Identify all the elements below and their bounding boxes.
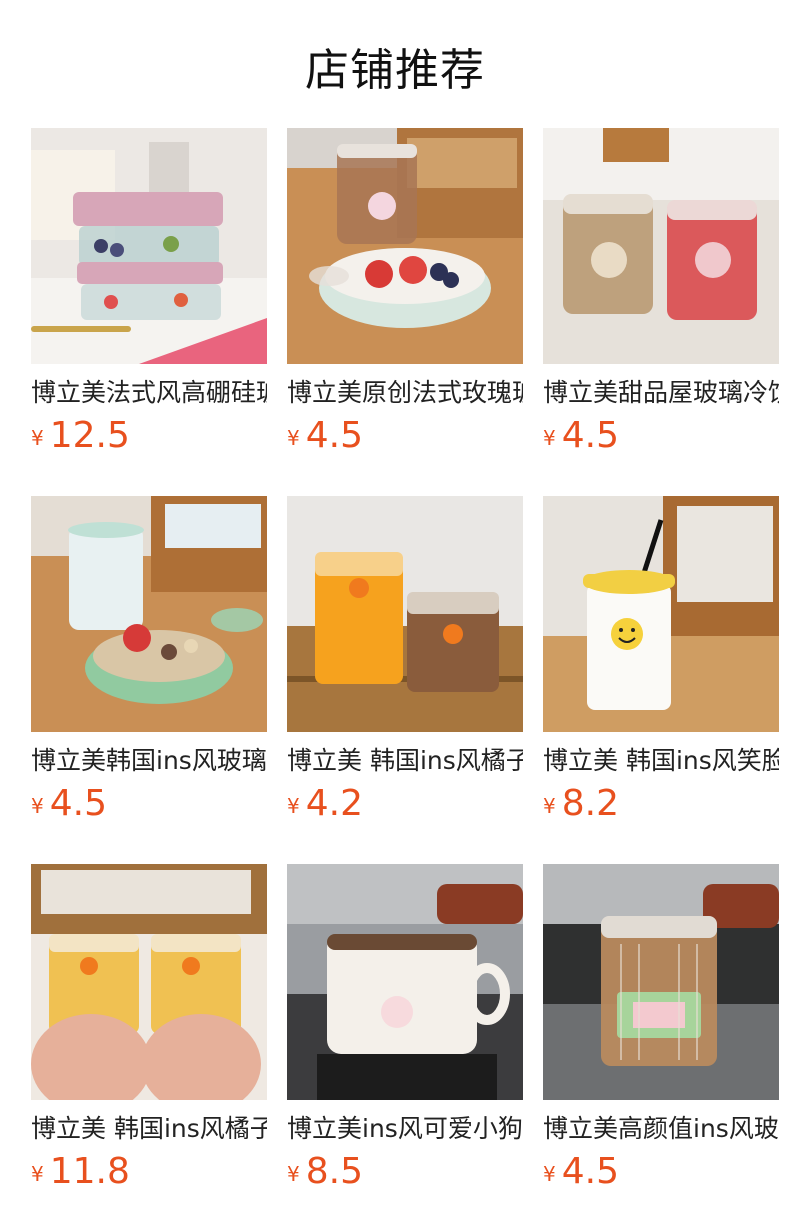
- product-card[interactable]: 博立美甜品屋玻璃冷饮杯 ¥4.5: [543, 128, 779, 456]
- currency-symbol: ¥: [543, 794, 556, 818]
- currency-symbol: ¥: [31, 794, 44, 818]
- product-image[interactable]: [31, 496, 267, 732]
- product-card[interactable]: 博立美ins风可爱小狗咖啡杯 ¥8.5: [287, 864, 523, 1192]
- price-amount: 11.8: [49, 1151, 130, 1192]
- page-title: 店铺推荐: [305, 45, 485, 96]
- currency-symbol: ¥: [543, 1162, 556, 1186]
- store-recommendation-page: 店铺推荐 博立美法式风高硼硅 ¥ 12.5 博立美原创法式玫瑰 ¥ 4.5 博立…: [0, 0, 790, 1232]
- currency-symbol: ¥: [287, 794, 300, 818]
- product-card[interactable]: 博立美高颜值ins风玻璃杯 ¥4.5: [543, 864, 779, 1192]
- product-image[interactable]: [31, 864, 267, 1100]
- product-card[interactable]: 博立美法式风高硼硅玻璃保鲜盒 ¥12.5: [31, 128, 267, 456]
- product-price: ¥4.5: [543, 416, 779, 456]
- product-image[interactable]: [31, 128, 267, 364]
- product-price: ¥8.2: [543, 784, 779, 824]
- price-amount: 4.2: [305, 783, 363, 824]
- product-name: 博立美 韩国ins风橘子玻璃杯: [287, 746, 523, 775]
- product-image[interactable]: [287, 128, 523, 364]
- currency-symbol: ¥: [543, 426, 556, 450]
- product-image[interactable]: [543, 496, 779, 732]
- price-amount: 8.2: [561, 783, 619, 824]
- product-name: 博立美原创法式玫瑰玻璃碗: [287, 378, 523, 407]
- product-card[interactable]: 博立美 韩国ins风橘子玻璃杯 ¥4.2: [287, 496, 523, 824]
- price-amount: 4.5: [305, 415, 363, 456]
- product-price: ¥4.5: [287, 416, 523, 456]
- currency-symbol: ¥: [31, 426, 44, 450]
- product-price: ¥8.5: [287, 1152, 523, 1192]
- price-amount: 4.5: [561, 415, 619, 456]
- product-name: 博立美ins风可爱小狗咖啡杯: [287, 1114, 523, 1143]
- product-card[interactable]: 博立美原创法式玫瑰玻璃碗 ¥4.5: [287, 128, 523, 456]
- product-card[interactable]: 博立美 韩国ins风橘子小酒杯 ¥11.8: [31, 864, 267, 1192]
- currency-symbol: ¥: [31, 1162, 44, 1186]
- price-amount: 12.5: [49, 415, 130, 456]
- product-card[interactable]: 博立美 韩国ins风笑脸吸管杯 ¥8.2: [543, 496, 779, 824]
- product-grid: 博立美法式风高硼硅玻璃保鲜盒 ¥12.5: [31, 128, 779, 1192]
- product-name: 博立美高颜值ins风玻璃杯: [543, 1114, 779, 1143]
- product-name: 博立美法式风高硼硅玻璃保鲜盒: [31, 378, 267, 407]
- product-price: ¥12.5: [31, 416, 267, 456]
- product-card[interactable]: 博立美韩国ins风玻璃碗 ¥4.5: [31, 496, 267, 824]
- product-image[interactable]: [287, 496, 523, 732]
- price-amount: 4.5: [561, 1151, 619, 1192]
- product-name: 博立美甜品屋玻璃冷饮杯: [543, 378, 779, 407]
- price-amount: 8.5: [305, 1151, 363, 1192]
- product-image[interactable]: [543, 128, 779, 364]
- product-price: ¥11.8: [31, 1152, 267, 1192]
- product-name: 博立美韩国ins风玻璃碗: [31, 746, 267, 775]
- product-name: 博立美 韩国ins风笑脸吸管杯: [543, 746, 779, 775]
- price-amount: 4.5: [49, 783, 107, 824]
- currency-symbol: ¥: [287, 426, 300, 450]
- currency-symbol: ¥: [287, 1162, 300, 1186]
- product-name: 博立美 韩国ins风橘子小酒杯: [31, 1114, 267, 1143]
- product-image[interactable]: [287, 864, 523, 1100]
- product-image[interactable]: [543, 864, 779, 1100]
- product-price: ¥4.2: [287, 784, 523, 824]
- product-price: ¥4.5: [31, 784, 267, 824]
- product-price: ¥4.5: [543, 1152, 779, 1192]
